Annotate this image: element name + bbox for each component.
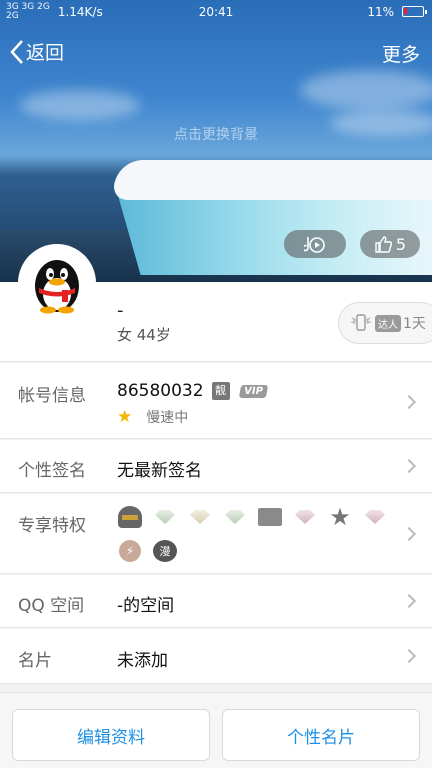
account-info-label: 帐号信息 <box>18 386 86 406</box>
avatar[interactable] <box>18 244 96 322</box>
edit-profile-button[interactable]: 编辑资料 <box>12 709 210 761</box>
qzone-value: -的空间 <box>117 596 175 616</box>
card-label: 名片 <box>18 651 52 671</box>
diamond-icon <box>292 504 318 530</box>
like-count: 5 <box>395 234 407 254</box>
bottom-action-bar: 编辑资料 个性名片 <box>0 692 432 768</box>
top-nav: 返回 更多 <box>0 36 432 70</box>
music-button[interactable] <box>284 230 346 258</box>
thumbs-up-icon <box>375 236 392 253</box>
more-button[interactable]: 更多 <box>382 40 420 67</box>
manhua-icon: 漫 <box>152 538 178 564</box>
battery-icon <box>402 6 427 17</box>
diamond-icon <box>152 504 178 530</box>
star-icon: ★ <box>117 407 133 427</box>
chevron-right-icon <box>401 458 417 474</box>
gender-age: 女 44岁 <box>117 326 171 344</box>
signature-row[interactable]: 个性签名 无最新签名 <box>0 440 432 493</box>
phone-wings-icon <box>350 314 372 331</box>
liang-icon: 靓 <box>211 382 230 400</box>
expert-tag: 达人 <box>375 314 401 332</box>
penguin-avatar-icon <box>35 260 79 314</box>
privilege-icons: ★ ⚡ 漫 <box>117 504 397 572</box>
privileges-label: 专享特权 <box>18 516 86 536</box>
qq-number: 86580032 靓 VIP <box>117 381 268 401</box>
star-icon: ★ <box>329 503 351 531</box>
diamond-icon <box>222 504 248 530</box>
card-row[interactable]: 名片 未添加 <box>0 629 432 684</box>
signature-label: 个性签名 <box>18 461 86 481</box>
chevron-right-icon <box>401 648 417 664</box>
book-icon <box>257 504 283 530</box>
chevron-right-icon <box>401 394 417 410</box>
upgrade-speed: ★ 慢速中 <box>117 407 189 427</box>
vip-icon: VIP <box>238 384 268 398</box>
back-label: 返回 <box>26 42 65 64</box>
battery-percent: 11% <box>367 5 394 19</box>
nickname: - <box>117 300 124 321</box>
privileges-row[interactable]: 专享特权 ★ ⚡ 漫 <box>0 494 432 574</box>
account-info-row[interactable]: 帐号信息 86580032 靓 VIP ★ 慢速中 <box>0 363 432 439</box>
music-note-icon <box>304 237 325 253</box>
card-value: 未添加 <box>117 651 168 671</box>
expert-days: 1天 <box>403 316 426 332</box>
personal-card-button[interactable]: 个性名片 <box>222 709 420 761</box>
qzone-label: QQ 空间 <box>18 596 85 616</box>
signature-value: 无最新签名 <box>117 461 202 481</box>
qzone-row[interactable]: QQ 空间 -的空间 <box>0 575 432 628</box>
expert-badge[interactable]: 达人 1天 <box>338 302 432 344</box>
chevron-right-icon <box>401 526 417 542</box>
change-background-hint[interactable]: 点击更换背景 <box>0 124 432 144</box>
back-button[interactable]: 返回 <box>10 38 64 65</box>
chevron-right-icon <box>401 593 417 609</box>
lightning-icon: ⚡ <box>117 538 143 564</box>
diamond-icon <box>187 504 213 530</box>
chevron-left-icon <box>10 39 23 64</box>
hat-icon <box>117 504 143 530</box>
like-button[interactable]: 5 <box>360 230 420 258</box>
diamond-icon <box>362 504 388 530</box>
status-bar: 3G 3G 2G 2G 1.14K/s 20:41 11% <box>0 0 432 24</box>
